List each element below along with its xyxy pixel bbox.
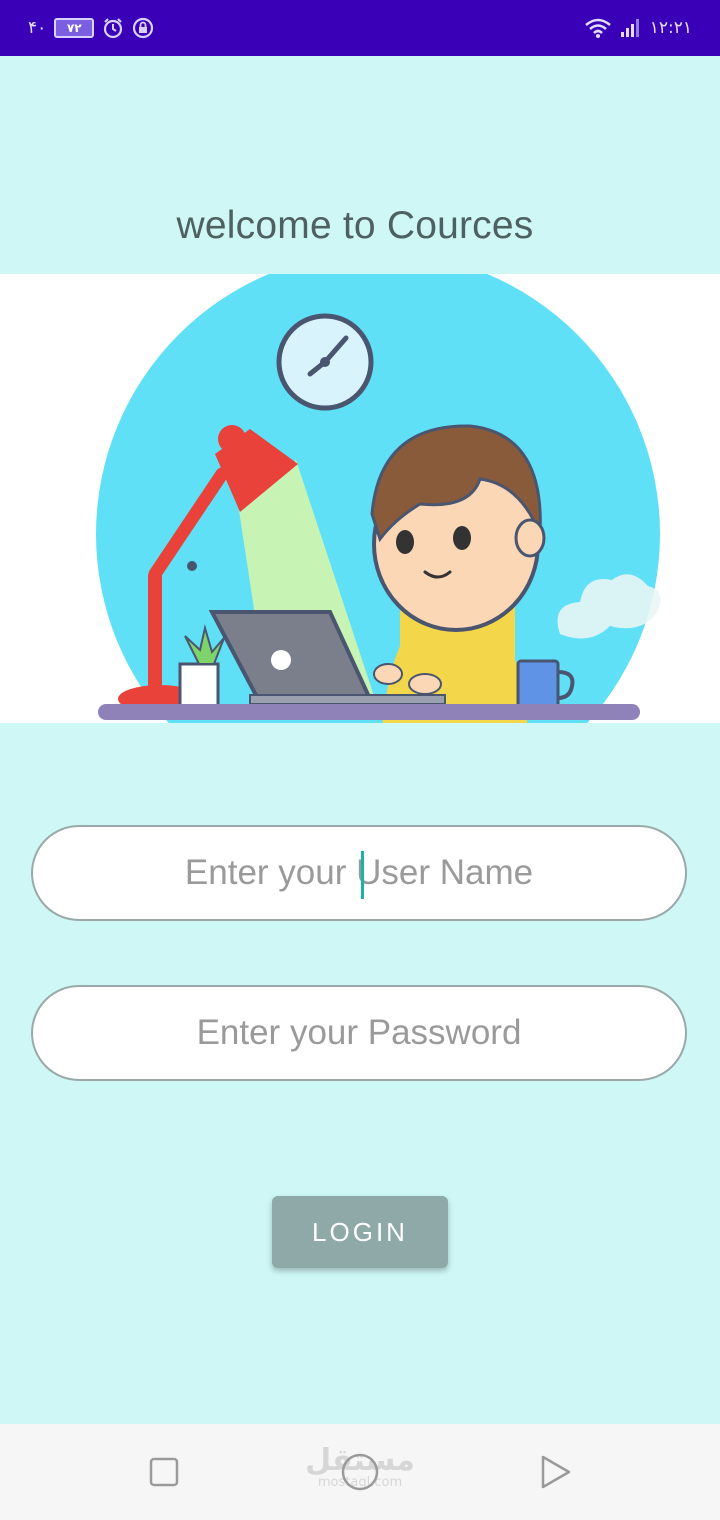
login-button[interactable]: LOGIN: [272, 1196, 448, 1268]
username-input[interactable]: [33, 852, 685, 894]
back-icon[interactable]: [533, 1450, 577, 1494]
clock-text: ۱۲:۲۱: [649, 18, 692, 38]
home-icon[interactable]: [338, 1450, 382, 1494]
status-left-text: ۴۰: [28, 18, 47, 38]
password-field[interactable]: [31, 985, 687, 1081]
status-bar: ۴۰ ۷۲ ۱۲:۲۱: [0, 0, 720, 56]
hero-illustration: [0, 274, 720, 723]
system-nav-bar: مستقل mostaql.com: [0, 1424, 720, 1520]
wifi-icon: [584, 17, 612, 39]
page-title: welcome to Cources: [176, 204, 534, 247]
password-input[interactable]: [33, 1012, 685, 1054]
status-left: ۴۰ ۷۲: [28, 14, 154, 42]
text-cursor: [361, 851, 364, 899]
recent-apps-icon[interactable]: [142, 1450, 186, 1494]
signal-icon: [620, 18, 642, 38]
lock-icon: [132, 17, 154, 39]
username-field[interactable]: [31, 825, 687, 921]
alarm-icon: [102, 17, 124, 39]
battery-icon: ۷۲: [54, 18, 95, 38]
clock-icon: [276, 313, 374, 411]
status-right: ۱۲:۲۱: [584, 14, 692, 42]
